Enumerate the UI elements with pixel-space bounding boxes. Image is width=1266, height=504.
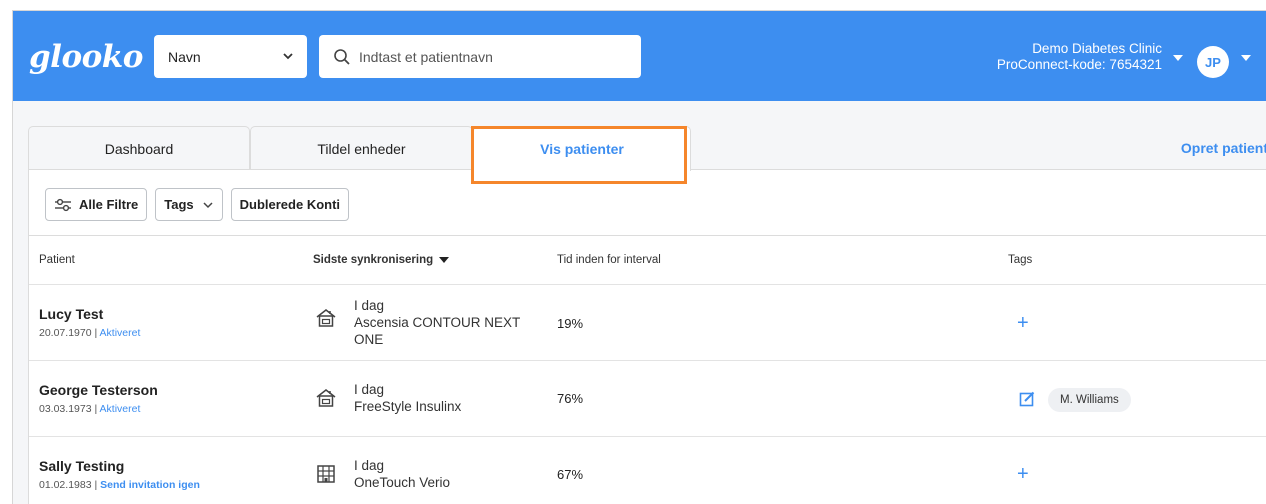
- sync-day: I dag: [354, 382, 385, 397]
- patient-status-link[interactable]: Aktiveret: [100, 327, 141, 339]
- column-patient[interactable]: Patient: [39, 254, 75, 266]
- search-type-select[interactable]: Navn: [154, 35, 307, 78]
- app-window: glooko Navn Demo Diabetes Clinic ProConn…: [12, 10, 1266, 504]
- glooko-logo[interactable]: glooko: [29, 39, 143, 75]
- proconnect-code: ProConnect-kode: 7654321: [996, 57, 1162, 72]
- all-filters-label: Alle Filtre: [79, 197, 139, 212]
- home-icon: [316, 389, 336, 407]
- search-type-value: Navn: [168, 48, 201, 65]
- device-name: Ascensia CONTOUR NEXT: [354, 315, 521, 330]
- duplicate-accounts-button[interactable]: Dublerede Konti: [230, 188, 350, 221]
- patient-meta: 20.07.1970 | Aktiveret: [39, 327, 141, 339]
- time-in-range-value: 76%: [557, 391, 584, 406]
- add-tag-plus-icon[interactable]: +: [1017, 313, 1029, 333]
- table-header: Patient Sidste synkronisering Tid inden …: [29, 235, 1266, 285]
- sliders-icon: [55, 198, 71, 211]
- column-last-sync[interactable]: Sidste synkronisering: [313, 254, 450, 266]
- chevron-down-icon: [283, 53, 293, 60]
- device-name-cont: ONE: [354, 332, 384, 347]
- patient-name[interactable]: George Testerson: [39, 382, 158, 398]
- table-row[interactable]: George Testerson 03.03.1973 | Aktiveret …: [29, 361, 1266, 437]
- sync-info: I dag Ascensia CONTOUR NEXT ONE: [354, 297, 520, 348]
- create-patient-link[interactable]: Opret patient: [1181, 140, 1266, 156]
- sync-info: I dag FreeStyle Insulinx: [354, 381, 461, 415]
- tab-dashboard[interactable]: Dashboard: [28, 126, 250, 170]
- time-in-range-value: 67%: [557, 467, 584, 482]
- patient-dob: 20.07.1970: [39, 327, 92, 339]
- patient-status-link[interactable]: Aktiveret: [100, 403, 141, 415]
- column-tags[interactable]: Tags: [1008, 254, 1032, 266]
- sort-caret-down-icon: [439, 256, 450, 263]
- patient-meta: 03.03.1973 | Aktiveret: [39, 403, 141, 415]
- patient-dob: 01.02.1983: [39, 479, 92, 491]
- patient-list-panel: Alle Filtre Tags Dublerede Konti Patient…: [28, 169, 1266, 504]
- filter-bar: Alle Filtre Tags Dublerede Konti: [45, 188, 350, 221]
- tab-tildel-enheder[interactable]: Tildel enheder: [250, 126, 473, 170]
- patient-dob: 03.03.1973: [39, 403, 92, 415]
- patient-search[interactable]: [319, 35, 641, 78]
- table-row[interactable]: Sally Testing 01.02.1983 | Send invitati…: [29, 437, 1266, 504]
- search-input[interactable]: [359, 48, 629, 65]
- clinic-name: Demo Diabetes Clinic: [1032, 41, 1162, 56]
- all-filters-button[interactable]: Alle Filtre: [45, 188, 148, 221]
- tags-filter-button[interactable]: Tags: [155, 188, 223, 221]
- tags-filter-label: Tags: [164, 197, 194, 212]
- time-in-range-value: 19%: [557, 316, 584, 331]
- add-tag-plus-icon[interactable]: +: [1017, 464, 1029, 484]
- home-icon: [316, 309, 336, 327]
- duplicate-accounts-label: Dublerede Konti: [239, 197, 341, 212]
- user-avatar[interactable]: JP: [1197, 46, 1229, 78]
- patient-name[interactable]: Sally Testing: [39, 458, 124, 474]
- chevron-down-icon: [203, 201, 213, 208]
- device-name: FreeStyle Insulinx: [354, 399, 462, 414]
- sync-info: I dag OneTouch Verio: [354, 457, 450, 491]
- avatar-caret-down-icon[interactable]: [1241, 55, 1251, 63]
- patient-table: Patient Sidste synkronisering Tid inden …: [29, 235, 1266, 504]
- top-header: glooko Navn Demo Diabetes Clinic ProConn…: [13, 11, 1266, 101]
- patient-meta: 01.02.1983 | Send invitation igen: [39, 479, 200, 491]
- sync-day: I dag: [354, 298, 385, 313]
- tag-pill[interactable]: M. Williams: [1048, 388, 1131, 412]
- clinic-info[interactable]: Demo Diabetes Clinic ProConnect-kode: 76…: [997, 41, 1162, 73]
- sync-day: I dag: [354, 458, 385, 473]
- patient-name[interactable]: Lucy Test: [39, 306, 103, 322]
- resend-invitation-link[interactable]: Send invitation igen: [100, 479, 200, 491]
- column-time-in-range[interactable]: Tid inden for interval: [557, 254, 661, 266]
- table-row[interactable]: Lucy Test 20.07.1970 | Aktiveret I dag A…: [29, 285, 1266, 361]
- edit-icon[interactable]: [1019, 391, 1035, 407]
- clinic-caret-down-icon[interactable]: [1173, 55, 1183, 63]
- column-last-sync-label: Sidste synkronisering: [313, 254, 434, 266]
- tab-vis-patienter[interactable]: Vis patienter: [473, 126, 691, 171]
- device-name: OneTouch Verio: [354, 475, 451, 490]
- building-icon: [317, 465, 335, 483]
- search-icon: [334, 48, 350, 65]
